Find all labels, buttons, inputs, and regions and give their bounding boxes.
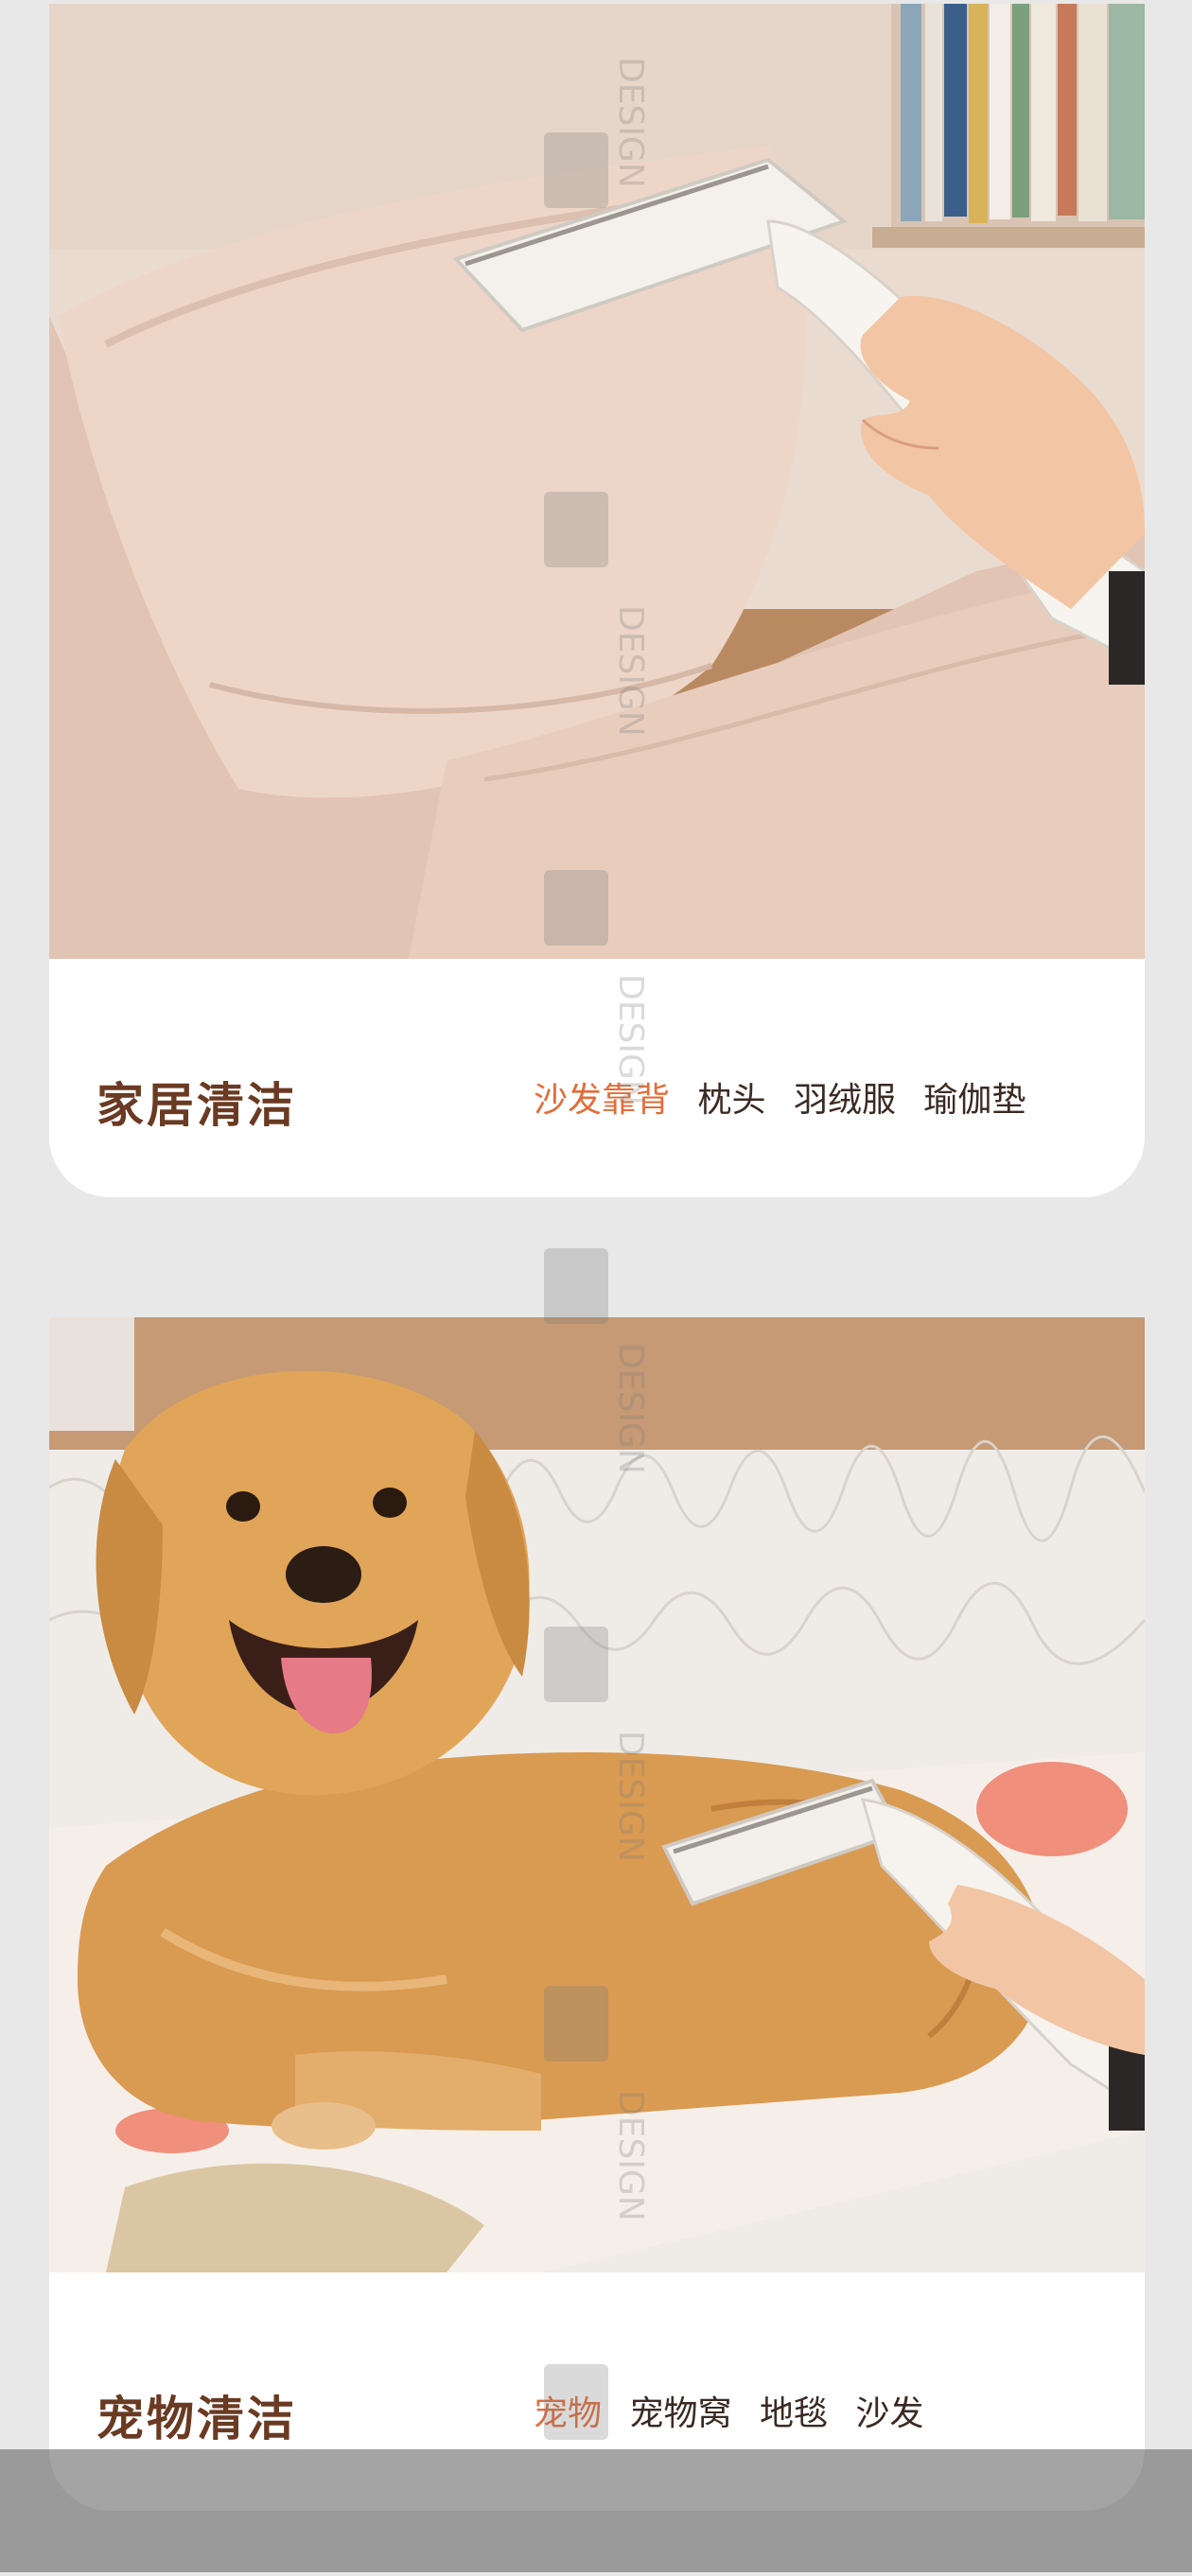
feature-card-pet: 宠物清洁 宠物 宠物窝 地毯 沙发 <box>49 1317 1145 2511</box>
bottom-overlay-bar <box>0 2449 1192 2572</box>
tag-list: 沙发靠背 枕头 羽绒服 瑜伽垫 <box>534 1072 1043 1122</box>
section-title: 家居清洁 <box>96 1078 297 1133</box>
sofa-cleaning-photo <box>49 4 1145 959</box>
tag-sofa-back: 沙发靠背 <box>534 1081 671 1120</box>
tag-list: 宠物 宠物窝 地毯 沙发 <box>534 2386 940 2435</box>
tag-sofa: 沙发 <box>855 2394 924 2433</box>
tag-yoga-mat: 瑜伽垫 <box>923 1081 1026 1120</box>
tag-pet: 宠物 <box>534 2394 603 2433</box>
tag-down-jacket: 羽绒服 <box>793 1081 896 1120</box>
feature-card-home: 家居清洁 沙发靠背 枕头 羽绒服 瑜伽垫 <box>49 4 1145 1197</box>
caption-home: 家居清洁 沙发靠背 枕头 羽绒服 瑜伽垫 <box>49 959 1145 1197</box>
pet-cleaning-photo <box>49 1317 1145 2272</box>
section-title: 宠物清洁 <box>96 2392 297 2446</box>
tag-pet-bed: 宠物窝 <box>629 2394 732 2433</box>
tag-pillow: 枕头 <box>697 1081 766 1120</box>
tag-carpet: 地毯 <box>759 2394 828 2433</box>
